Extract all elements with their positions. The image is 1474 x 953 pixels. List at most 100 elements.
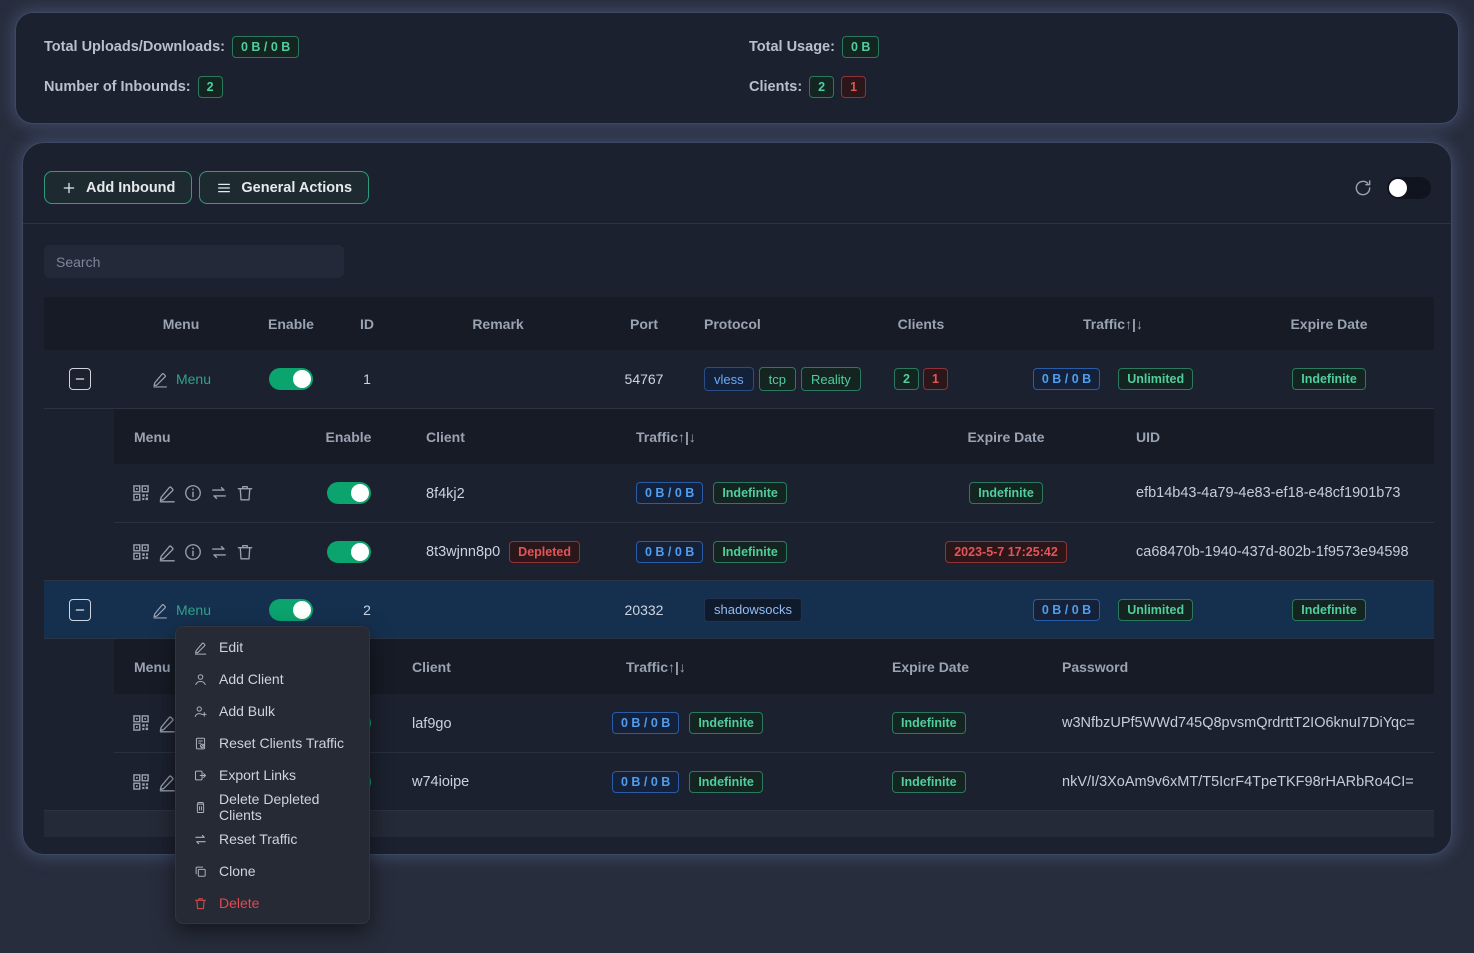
row-menu-button[interactable]: Menu: [151, 370, 211, 388]
search-input[interactable]: [44, 245, 344, 278]
reset-traffic-icon[interactable]: [209, 542, 229, 562]
inbound-port: 54767: [598, 371, 690, 387]
delete-client-icon[interactable]: [235, 542, 255, 562]
minus-icon: [72, 602, 88, 618]
sub-header-client: Client: [396, 429, 616, 445]
client-enable-toggle[interactable]: [327, 541, 371, 563]
menu-item-label: Edit: [219, 639, 243, 655]
hamburger-icon: [216, 180, 232, 196]
client-traffic-limit-badge: Indefinite: [713, 482, 787, 504]
qr-code-icon[interactable]: [131, 772, 151, 792]
sub-header-client: Client: [396, 659, 596, 675]
stats-panel: Total Uploads/Downloads: 0 B / 0 B Total…: [15, 12, 1459, 124]
general-actions-button[interactable]: General Actions: [199, 171, 369, 204]
info-icon[interactable]: [183, 483, 203, 503]
header-protocol: Protocol: [690, 316, 840, 332]
total-uploads-value: 0 B / 0 B: [232, 36, 299, 58]
toggle-knob: [293, 601, 311, 619]
clone-icon: [193, 864, 208, 879]
collapse-row-button[interactable]: [69, 368, 91, 390]
export-icon: [193, 768, 208, 783]
plus-icon: [61, 180, 77, 196]
collapse-row-button[interactable]: [69, 599, 91, 621]
clients-depleted-badge: 1: [923, 368, 948, 390]
sub-header-expire: Expire Date: [876, 659, 1046, 675]
menu-item-label: Export Links: [219, 767, 296, 783]
inbounds-count-value: 2: [198, 76, 223, 98]
trash-icon: [193, 896, 208, 911]
inbound-id: 1: [336, 371, 398, 387]
menu-item-label: Add Client: [219, 671, 284, 687]
info-icon[interactable]: [183, 542, 203, 562]
sub-header-password: Password: [1046, 659, 1434, 675]
inbound-id: 2: [336, 602, 398, 618]
add-inbound-button[interactable]: Add Inbound: [44, 171, 192, 204]
swap-arrows-icon: [193, 832, 208, 847]
client-expire-badge: 2023-5-7 17:25:42: [945, 541, 1067, 563]
row-menu-label: Menu: [176, 602, 211, 618]
edit-pencil-icon[interactable]: [157, 483, 177, 503]
toggle-knob: [351, 484, 369, 502]
menu-item-add-bulk[interactable]: Add Bulk: [176, 695, 369, 727]
inbound-enable-toggle[interactable]: [269, 368, 313, 390]
toggle-knob: [1389, 179, 1407, 197]
row-menu-button[interactable]: Menu: [151, 601, 211, 619]
sub-header-enable: Enable: [301, 429, 396, 445]
reset-traffic-icon[interactable]: [209, 483, 229, 503]
clients-active-badge: 2: [894, 368, 919, 390]
stat-number-of-inbounds: Number of Inbounds: 2: [44, 76, 749, 98]
menu-item-edit[interactable]: Edit: [176, 631, 369, 663]
qr-code-icon[interactable]: [131, 542, 151, 562]
client-enable-toggle[interactable]: [327, 482, 371, 504]
menu-item-label: Delete Depleted Clients: [219, 791, 352, 823]
menu-item-delete-depleted-clients[interactable]: Delete Depleted Clients: [176, 791, 369, 823]
edit-pencil-icon[interactable]: [157, 713, 177, 733]
total-usage-value: 0 B: [842, 36, 879, 58]
client-traffic-limit-badge: Indefinite: [713, 541, 787, 563]
transport-tag: tcp: [759, 367, 796, 391]
qr-code-icon[interactable]: [131, 713, 151, 733]
qr-code-icon[interactable]: [131, 483, 151, 503]
panel-header: Add Inbound General Actions: [23, 143, 1451, 224]
menu-item-reset-traffic[interactable]: Reset Traffic: [176, 823, 369, 855]
menu-item-label: Reset Traffic: [219, 831, 297, 847]
stat-total-uploads: Total Uploads/Downloads: 0 B / 0 B: [44, 36, 749, 58]
delete-client-icon[interactable]: [235, 483, 255, 503]
client-name: laf9go: [412, 716, 452, 732]
file-reset-icon: [193, 736, 208, 751]
menu-item-clone[interactable]: Clone: [176, 855, 369, 887]
header-expire-date: Expire Date: [1224, 316, 1434, 332]
header-traffic-sort[interactable]: Traffic↑|↓: [1002, 316, 1224, 332]
menu-item-reset-clients-traffic[interactable]: Reset Clients Traffic: [176, 727, 369, 759]
client-traffic-badge: 0 B / 0 B: [612, 712, 679, 734]
edit-pencil-icon[interactable]: [157, 772, 177, 792]
protocol-tag: shadowsocks: [704, 598, 802, 622]
row-context-menu: Edit Add Client Add Bulk Reset Clients T…: [175, 626, 370, 924]
menu-item-label: Add Bulk: [219, 703, 275, 719]
header-clients[interactable]: Clients: [840, 316, 1002, 332]
auto-refresh-toggle[interactable]: [1387, 177, 1431, 199]
client-name: 8t3wjnn8p0Depleted: [426, 541, 580, 563]
clients-active-count: 2: [809, 76, 834, 98]
user-add-icon: [193, 704, 208, 719]
menu-item-export-links[interactable]: Export Links: [176, 759, 369, 791]
traffic-badge: 0 B / 0 B: [1033, 368, 1100, 390]
row-menu-label: Menu: [176, 371, 211, 387]
header-enable: Enable: [246, 316, 336, 332]
traffic-badge: 0 B / 0 B: [1033, 599, 1100, 621]
client-name: 8f4kj2: [426, 486, 465, 502]
edit-pencil-icon: [151, 370, 169, 388]
client-traffic-badge: 0 B / 0 B: [612, 771, 679, 793]
inbound-port: 20332: [598, 602, 690, 618]
menu-item-label: Delete: [219, 895, 259, 911]
refresh-button[interactable]: [1353, 178, 1373, 198]
client-expire-badge: Indefinite: [892, 771, 966, 793]
client-table-header: Menu Enable Client Traffic↑|↓ Expire Dat…: [114, 409, 1434, 464]
clients-depleted-count: 1: [841, 76, 866, 98]
user-icon: [193, 672, 208, 687]
general-actions-label: General Actions: [241, 180, 352, 196]
menu-item-add-client[interactable]: Add Client: [176, 663, 369, 695]
menu-item-delete[interactable]: Delete: [176, 887, 369, 919]
edit-pencil-icon[interactable]: [157, 542, 177, 562]
inbound-enable-toggle[interactable]: [269, 599, 313, 621]
